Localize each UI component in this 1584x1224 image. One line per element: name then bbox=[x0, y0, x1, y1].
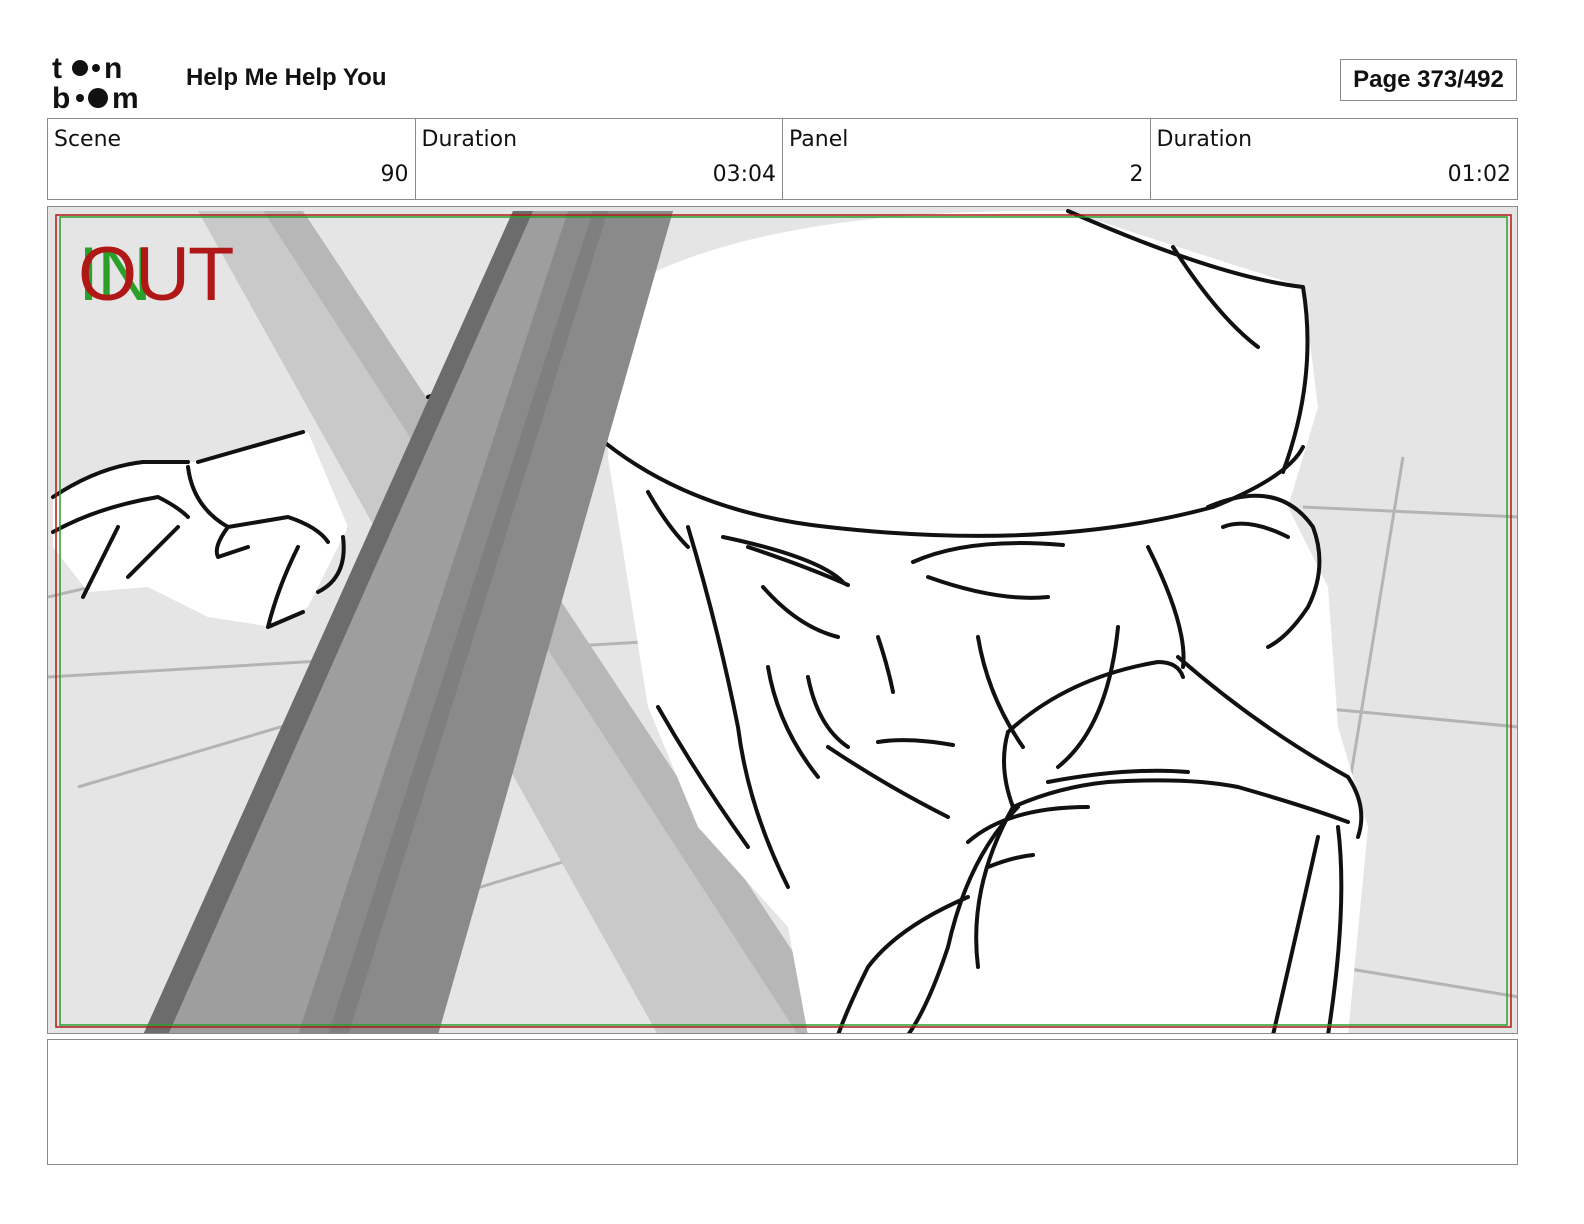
panel-sketch bbox=[48, 209, 1517, 1033]
out-marker: OUT bbox=[78, 232, 234, 317]
scene-duration-cell: Duration 03:04 bbox=[416, 119, 783, 199]
storyboard-panel: IN OUT bbox=[47, 206, 1518, 1034]
scene-value: 90 bbox=[380, 162, 409, 187]
svg-text:n: n bbox=[104, 52, 122, 85]
project-title: Help Me Help You bbox=[186, 64, 387, 91]
panel-label: Panel bbox=[789, 127, 849, 152]
scene-duration-value: 03:04 bbox=[712, 162, 776, 187]
panel-value: 2 bbox=[1129, 162, 1144, 187]
toon-boom-logo: t n b m bbox=[50, 50, 166, 112]
in-out-marker: IN OUT bbox=[78, 235, 268, 315]
svg-text:t: t bbox=[52, 52, 62, 85]
scene-label: Scene bbox=[54, 127, 122, 152]
svg-text:m: m bbox=[112, 82, 139, 112]
panel-cell: Panel 2 bbox=[783, 119, 1151, 199]
svg-text:b: b bbox=[52, 82, 70, 112]
scene-info-table: Scene 90 Duration 03:04 Panel 2 Duration… bbox=[47, 118, 1518, 200]
scene-cell: Scene 90 bbox=[48, 119, 416, 199]
panel-notes-box bbox=[47, 1039, 1518, 1165]
panel-duration-value: 01:02 bbox=[1447, 162, 1511, 187]
panel-duration-cell: Duration 01:02 bbox=[1151, 119, 1518, 199]
scene-duration-label: Duration bbox=[421, 127, 518, 152]
panel-duration-label: Duration bbox=[1156, 127, 1253, 152]
page-number: Page 373/492 bbox=[1340, 59, 1517, 101]
